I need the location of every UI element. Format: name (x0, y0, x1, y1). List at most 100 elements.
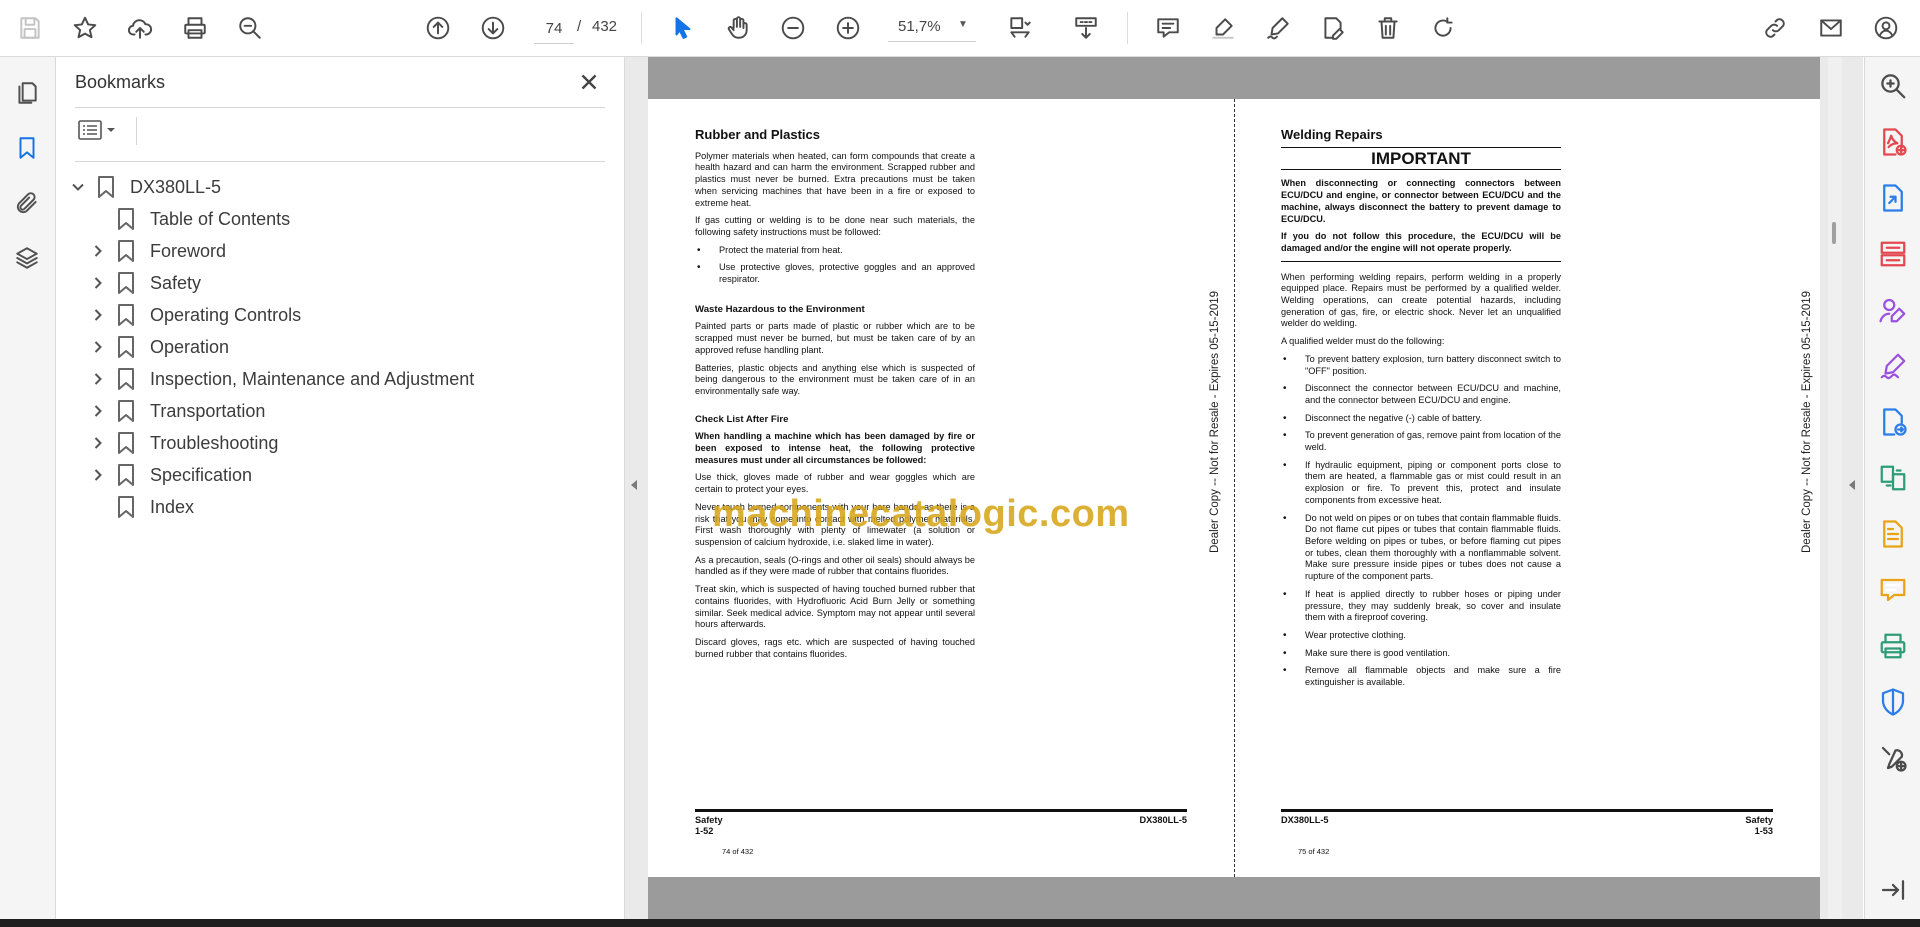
zoom-dropdown[interactable]: 51,7% ▼ (888, 13, 976, 42)
zoom-in-icon[interactable] (830, 10, 866, 46)
bookmark-label: Specification (150, 464, 253, 485)
panel-divider (75, 107, 605, 108)
zoom-out-icon[interactable] (775, 10, 811, 46)
chevron-right-icon[interactable] (90, 371, 106, 387)
more-tools-icon[interactable] (1878, 743, 1908, 773)
delete-icon[interactable] (1370, 10, 1406, 46)
bookmark-item[interactable]: Operating Controls (90, 300, 301, 330)
bookmark-icon (116, 367, 136, 391)
bookmark-icon (96, 175, 116, 199)
send-for-review-icon[interactable] (1878, 407, 1908, 437)
bookmark-item[interactable]: Inspection, Maintenance and Adjustment (90, 364, 474, 394)
select-cursor-icon[interactable] (665, 10, 701, 46)
bookmark-item[interactable]: Table of Contents (90, 204, 290, 234)
bookmark-options-icon[interactable] (76, 115, 126, 145)
layers-icon[interactable] (9, 240, 45, 276)
chevron-right-icon[interactable] (90, 435, 106, 451)
highlight-icon[interactable] (1205, 10, 1241, 46)
fill-sign-icon[interactable] (1878, 351, 1908, 381)
bookmark-item[interactable]: Specification (90, 460, 252, 490)
request-signature-icon[interactable] (1878, 295, 1908, 325)
attachment-icon[interactable] (9, 185, 45, 221)
account-icon[interactable] (1868, 10, 1904, 46)
bookmarks-panel: Bookmarks DX380LL-5 Table of Contents For… (56, 57, 625, 919)
search-zoom-icon[interactable] (1878, 71, 1908, 101)
bookmark-item[interactable]: Safety (90, 268, 201, 298)
bookmark-icon[interactable] (9, 130, 45, 166)
chevron-right-icon[interactable] (90, 467, 106, 483)
chevron-right-icon[interactable] (90, 307, 106, 323)
chevron-right-icon[interactable] (90, 243, 106, 259)
section-title: Welding Repairs (1281, 127, 1383, 142)
chevron-right-icon[interactable] (90, 403, 106, 419)
dealer-copy-note: Dealer Copy -- Not for Resale - Expires … (1209, 290, 1221, 553)
bookmark-item[interactable]: Index (90, 492, 194, 522)
close-icon[interactable] (576, 69, 602, 95)
rotate-icon[interactable] (1425, 10, 1461, 46)
bookmark-label: Operating Controls (150, 304, 302, 325)
bullet-item: Wear protective clothing. (1281, 630, 1561, 642)
scroll-mode-icon[interactable] (1068, 10, 1104, 46)
star-icon[interactable] (67, 10, 103, 46)
toolbar-divider (136, 117, 137, 145)
collapse-left-panel-icon[interactable] (628, 477, 640, 493)
find-icon[interactable] (232, 10, 268, 46)
bookmark-label: Inspection, Maintenance and Adjustment (150, 368, 475, 389)
hand-tool-icon[interactable] (720, 10, 756, 46)
edit-pdf-icon[interactable] (1315, 10, 1351, 46)
comment-tool-icon[interactable] (1878, 575, 1908, 605)
warning-text: When disconnecting or connecting connect… (1281, 178, 1561, 224)
bookmark-item[interactable]: Transportation (90, 396, 265, 426)
protect-icon[interactable] (1878, 687, 1908, 717)
paragraph: As a precaution, seals (O-rings and othe… (695, 554, 975, 577)
collapse-right-panel-icon[interactable] (1846, 477, 1858, 493)
page-content: Welding Repairs IMPORTANT When disconnec… (1281, 127, 1561, 695)
page-separator: / (577, 18, 582, 35)
page-counter: 74 of 432 (722, 847, 754, 856)
expand-panel-icon[interactable] (1878, 875, 1908, 905)
organize-pages-icon[interactable] (1878, 239, 1908, 269)
next-page-icon[interactable] (475, 10, 511, 46)
page-fit-icon[interactable] (1002, 10, 1038, 46)
section-title: Rubber and Plastics (695, 127, 820, 142)
share-link-icon[interactable] (1757, 10, 1793, 46)
create-pdf-icon[interactable] (1878, 127, 1908, 157)
combine-files-icon[interactable] (1878, 463, 1908, 493)
previous-page-icon[interactable] (420, 10, 456, 46)
paragraph: Use thick, gloves made of rubber and wea… (695, 472, 975, 495)
bookmark-icon (116, 303, 136, 327)
bookmark-label: Troubleshooting (150, 432, 279, 453)
scrollbar-thumb[interactable] (1832, 222, 1836, 244)
chevron-right-icon[interactable] (90, 275, 106, 291)
page-number-input[interactable] (534, 13, 574, 44)
bullet-item: Disconnect the negative (-) cable of bat… (1281, 413, 1561, 425)
bookmark-item[interactable]: Troubleshooting (90, 428, 278, 458)
taskbar-strip (0, 919, 1920, 927)
scan-icon[interactable] (1878, 519, 1908, 549)
bookmark-icon (116, 495, 136, 519)
export-pdf-icon[interactable] (1878, 183, 1908, 213)
bookmark-item[interactable]: Operation (90, 332, 229, 362)
cloud-upload-icon[interactable] (122, 10, 158, 46)
sign-icon[interactable] (1260, 10, 1296, 46)
dealer-copy-note: Dealer Copy -- Not for Resale - Expires … (1801, 290, 1813, 553)
page-thumbnails-icon[interactable] (9, 75, 45, 111)
chevron-down-icon[interactable] (70, 179, 86, 195)
chevron-right-icon[interactable] (90, 339, 106, 355)
paragraph-bold: When handling a machine which has been d… (695, 431, 975, 465)
bookmark-root[interactable]: DX380LL-5 (70, 172, 221, 202)
comment-icon[interactable] (1150, 10, 1186, 46)
print-production-icon[interactable] (1878, 631, 1908, 661)
save-icon[interactable] (12, 10, 48, 46)
bookmark-icon (116, 399, 136, 423)
paragraph: Polymer materials when heated, can form … (695, 150, 975, 208)
print-icon[interactable] (177, 10, 213, 46)
bullet-item: If hydraulic equipment, piping or compon… (1281, 460, 1561, 507)
bookmark-item[interactable]: Foreword (90, 236, 226, 266)
document-viewport[interactable]: Rubber and Plastics Polymer materials wh… (625, 57, 1863, 919)
footer-rule (695, 809, 1187, 812)
email-icon[interactable] (1813, 10, 1849, 46)
vertical-scrollbar[interactable] (1828, 57, 1842, 919)
